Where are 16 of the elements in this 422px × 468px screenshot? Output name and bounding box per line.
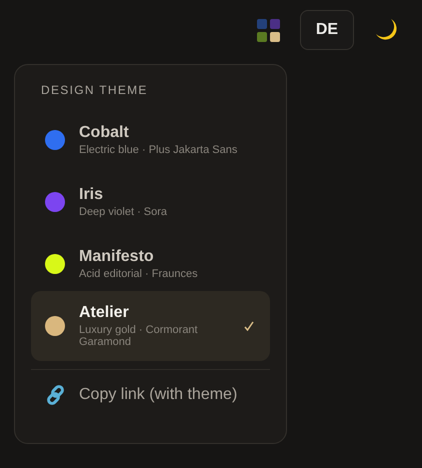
theme-name: Iris: [79, 186, 104, 204]
language-button[interactable]: DE: [300, 10, 354, 50]
theme-option[interactable]: Atelier Luxury gold · Cormorant Garamond: [31, 291, 270, 361]
theme-description: Deep violet · Sora: [79, 206, 168, 218]
theme-description: Acid editorial · Fraunces: [79, 268, 199, 280]
copy-link-label: Copy link (with theme): [79, 386, 238, 404]
theme-name: Cobalt: [79, 124, 130, 142]
copy-link-button[interactable]: Copy link (with theme): [31, 370, 252, 420]
theme-name: Manifesto: [79, 248, 155, 266]
theme-description: Electric blue · Plus Jakarta Sans: [79, 144, 238, 156]
check-icon: [244, 321, 254, 331]
theme-name: Atelier: [79, 304, 130, 322]
menu-heading: DESIGN THEME: [40, 82, 149, 99]
theme-description: Luxury gold · Cormorant Garamond: [79, 324, 199, 348]
link-icon: [45, 384, 67, 406]
palette-icon[interactable]: [257, 18, 280, 42]
